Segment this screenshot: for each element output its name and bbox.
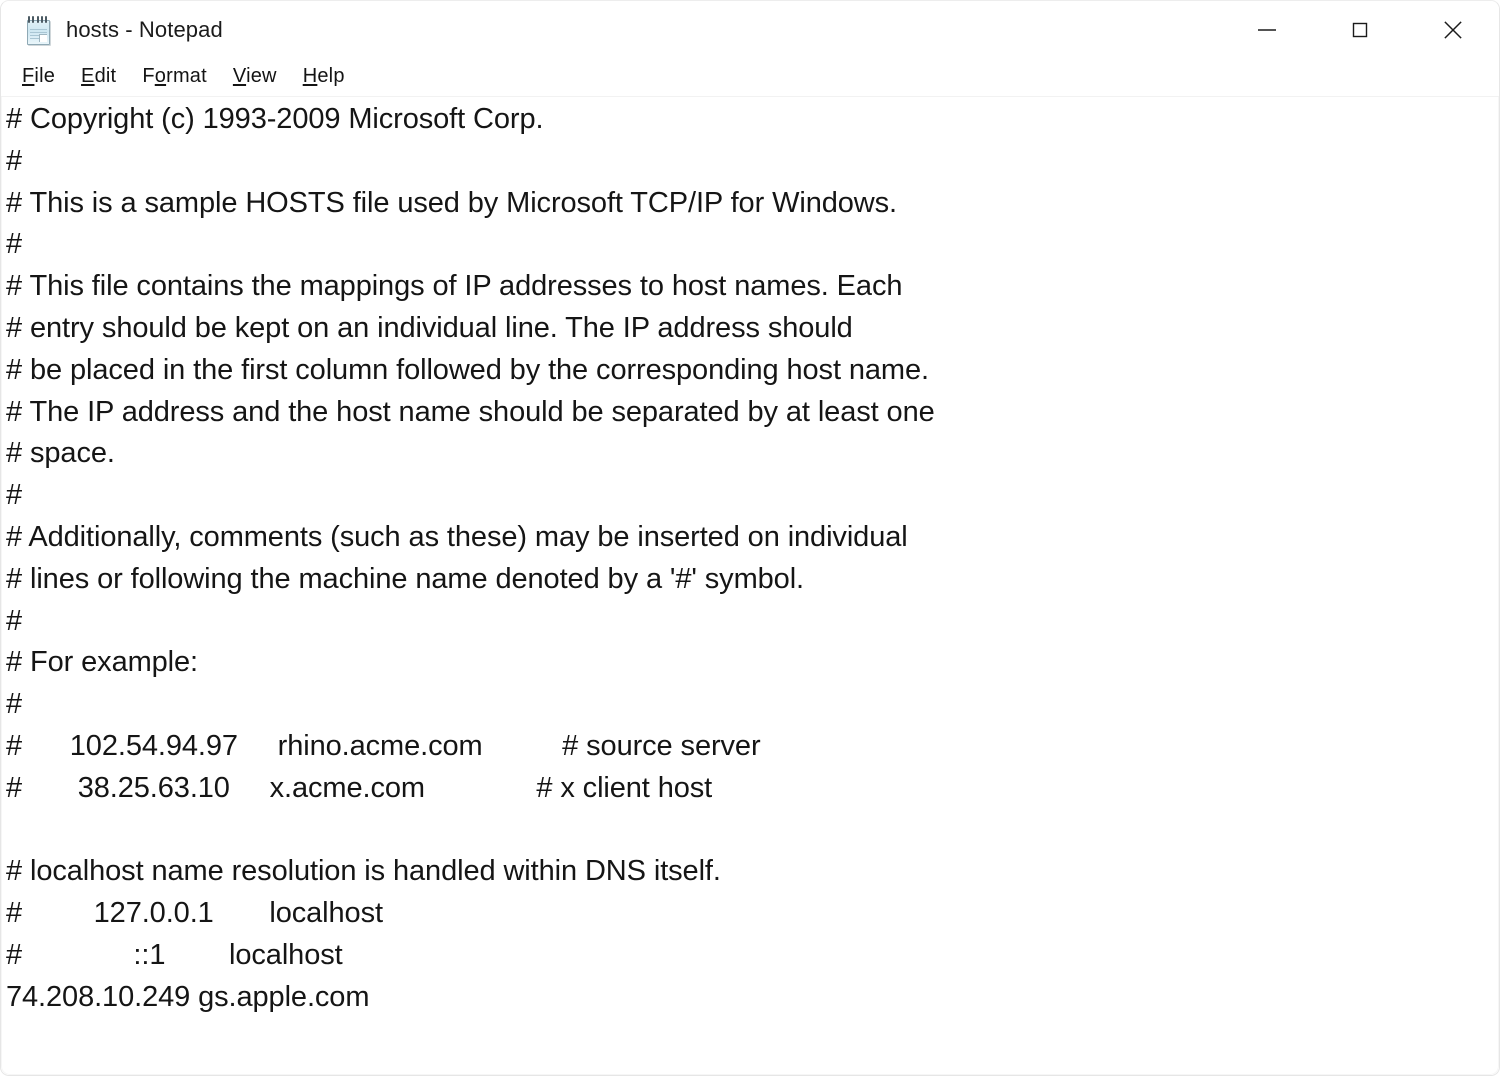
- menu-mnemonic-edit: E: [81, 65, 95, 87]
- title-bar[interactable]: hosts - Notepad: [1, 1, 1499, 58]
- editor-content[interactable]: # Copyright (c) 1993-2009 Microsoft Corp…: [6, 99, 1499, 1019]
- window-controls: [1220, 1, 1499, 58]
- menu-label-edit: dit: [94, 65, 117, 87]
- menu-mnemonic-view: V: [232, 65, 247, 87]
- menu-label-format-pre: F: [142, 65, 155, 87]
- menu-mnemonic-help: H: [302, 65, 318, 87]
- close-button[interactable]: [1406, 1, 1499, 58]
- menu-label-help: elp: [317, 65, 345, 87]
- title-bar-left: hosts - Notepad: [1, 15, 1220, 45]
- maximize-button[interactable]: [1313, 1, 1406, 58]
- menu-item-help[interactable]: Help: [290, 63, 358, 91]
- notepad-window: hosts - Notepad File Edit Format View He…: [0, 0, 1500, 1076]
- maximize-icon: [1352, 22, 1367, 37]
- menu-label-format: rmat: [166, 65, 207, 87]
- menu-item-view[interactable]: View: [220, 63, 290, 91]
- menu-mnemonic-file: F: [22, 65, 35, 87]
- minimize-button[interactable]: [1220, 1, 1313, 58]
- notepad-icon: [25, 15, 52, 45]
- menu-item-format[interactable]: Format: [129, 63, 220, 91]
- menu-label-view: iew: [246, 65, 277, 87]
- menu-item-edit[interactable]: Edit: [68, 63, 129, 91]
- menu-mnemonic-format: o: [154, 65, 167, 87]
- text-editor-area[interactable]: # Copyright (c) 1993-2009 Microsoft Corp…: [1, 97, 1499, 1075]
- close-icon: [1443, 20, 1462, 39]
- menu-item-file[interactable]: File: [9, 63, 68, 91]
- minimize-icon: [1257, 28, 1276, 31]
- menu-bar: File Edit Format View Help: [1, 58, 1499, 97]
- window-title: hosts - Notepad: [66, 16, 223, 42]
- menu-label-file: ile: [34, 65, 56, 87]
